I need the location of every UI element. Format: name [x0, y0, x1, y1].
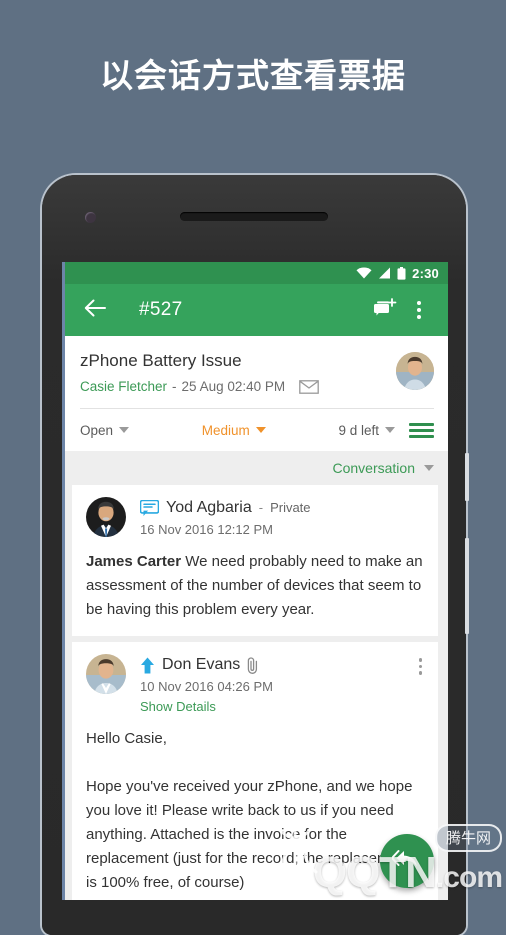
- wifi-icon: [356, 267, 372, 279]
- cellular-signal-icon: [378, 267, 391, 279]
- message-body: Hello Casie, Hope you've received your z…: [86, 730, 413, 891]
- message-card: Yod Agbaria - Private 16 Nov 2016 12:12 …: [72, 485, 438, 636]
- ticket-date: 25 Aug 02:40 PM: [181, 379, 286, 394]
- battery-icon: [397, 266, 406, 280]
- message-overflow-menu-icon[interactable]: [417, 654, 425, 679]
- overflow-menu-icon: [417, 301, 421, 319]
- screen-left-edge: [62, 262, 65, 900]
- ticket-requester[interactable]: Casie Fletcher: [80, 378, 167, 396]
- message-separator: -: [258, 500, 264, 515]
- message-timestamp: 10 Nov 2016 04:26 PM: [140, 679, 273, 694]
- phone-screen: 2:30 #527 zPhone Battery Issue Casie Fle…: [62, 262, 448, 900]
- chevron-down-icon: [119, 427, 130, 433]
- ticket-header: zPhone Battery Issue Casie Fletcher - 25…: [62, 336, 448, 396]
- add-note-icon: [373, 297, 397, 323]
- action-bar: #527: [62, 284, 448, 336]
- avatar[interactable]: [86, 654, 126, 694]
- message-header: Yod Agbaria - Private 16 Nov 2016 12:12 …: [86, 497, 424, 538]
- priority-value: Medium: [201, 422, 250, 438]
- list-lines-icon[interactable]: [409, 419, 435, 442]
- overflow-menu-button[interactable]: [402, 287, 436, 333]
- message-author-line: Yod Agbaria - Private: [140, 498, 424, 518]
- paperclip-icon[interactable]: [247, 656, 259, 674]
- message-author-line: Don Evans: [140, 655, 417, 675]
- conversation-filter-bar: Conversation: [62, 451, 448, 485]
- chevron-down-icon[interactable]: [424, 465, 434, 471]
- volume-button[interactable]: [465, 538, 469, 634]
- status-bar: 2:30: [62, 262, 448, 284]
- back-arrow-icon: [84, 299, 106, 322]
- private-note-icon: [140, 500, 159, 516]
- add-note-button[interactable]: [368, 287, 402, 333]
- message-timestamp: 16 Nov 2016 12:12 PM: [140, 522, 273, 537]
- status-value: Open: [80, 422, 114, 438]
- ticket-id-title: #527: [139, 299, 183, 320]
- due-date-dropdown[interactable]: 9 d left: [338, 422, 396, 438]
- message-author: Yod Agbaria: [166, 499, 252, 516]
- outgoing-reply-icon: [140, 657, 155, 674]
- conversation-thread: Yod Agbaria - Private 16 Nov 2016 12:12 …: [62, 485, 448, 900]
- power-button[interactable]: [465, 453, 469, 501]
- message-tag: Private: [270, 500, 311, 515]
- ticket-subject: zPhone Battery Issue: [80, 351, 242, 370]
- ticket-meta: Casie Fletcher - 25 Aug 02:40 PM: [80, 378, 396, 396]
- avatar[interactable]: [86, 497, 126, 537]
- page-title: 以会话方式查看票据: [100, 57, 406, 94]
- chevron-down-icon: [255, 427, 266, 433]
- earpiece-speaker-icon: [180, 212, 328, 221]
- message-body-mention: James Carter: [86, 553, 182, 570]
- ticket-properties-bar: Open Medium 9 d left: [62, 409, 448, 451]
- ticket-meta-separator: -: [172, 379, 177, 394]
- back-button[interactable]: [78, 287, 112, 333]
- status-bar-clock: 2:30: [412, 265, 439, 281]
- show-details-link[interactable]: Show Details: [140, 698, 417, 715]
- status-dropdown[interactable]: Open: [80, 422, 130, 438]
- reply-icon: [391, 847, 422, 876]
- reply-fab-button[interactable]: [380, 834, 434, 888]
- camera-dot-icon: [85, 212, 96, 223]
- priority-dropdown[interactable]: Medium: [202, 423, 266, 438]
- message-header: Don Evans 10 Nov 2016 04:26 PM Show Deta…: [86, 654, 424, 715]
- message-author: Don Evans: [162, 656, 241, 673]
- chevron-down-icon: [385, 427, 396, 433]
- requester-avatar[interactable]: [396, 352, 434, 390]
- message-body: James Carter We need probably need to ma…: [86, 550, 424, 622]
- due-date-value: 9 d left: [338, 422, 380, 438]
- conversation-filter-label[interactable]: Conversation: [333, 460, 416, 476]
- envelope-icon: [299, 380, 319, 394]
